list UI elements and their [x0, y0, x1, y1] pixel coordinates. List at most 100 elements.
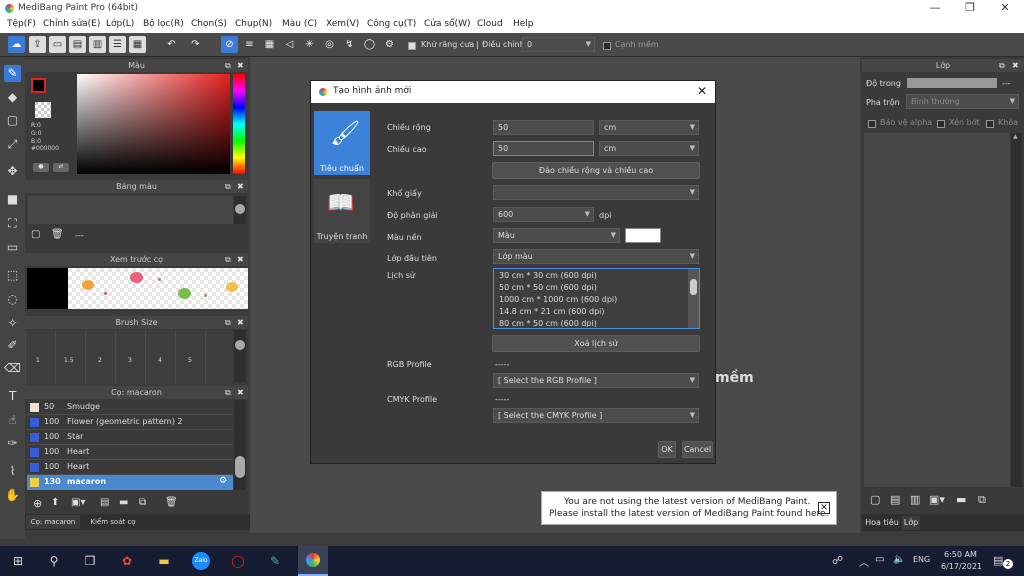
secondary-color-swatch[interactable] — [35, 102, 51, 118]
select-pen-icon[interactable]: ✐ — [4, 337, 21, 354]
dialog-close-button[interactable]: ✕ — [697, 84, 707, 98]
paper-size-select[interactable]: ▼ — [493, 185, 699, 200]
history-item[interactable]: 1000 cm * 1000 cm (600 dpi) — [499, 295, 617, 304]
file-explorer-icon[interactable]: ▬ — [155, 552, 173, 570]
fill-rect-tool-icon[interactable]: ■ — [4, 191, 21, 208]
add-brush-icon[interactable]: ⊕ — [33, 497, 42, 510]
store-icon[interactable]: ✿ — [118, 552, 136, 570]
volume-icon[interactable]: 🔈 — [893, 554, 905, 565]
cancel-button[interactable]: Cancel — [682, 441, 713, 458]
layer-scrollbar[interactable]: ▲ — [1011, 133, 1022, 487]
close-window-button[interactable]: ✕ — [989, 0, 1021, 17]
popout-icon[interactable]: ⧉ — [225, 253, 231, 266]
blend-select[interactable]: Bình thường ▼ — [906, 94, 1019, 109]
trash-icon[interactable]: 🗑 — [165, 497, 178, 508]
brush-menu-icon[interactable]: ▣▾ — [71, 497, 85, 508]
color-swap-icon[interactable]: ⇄ — [53, 163, 69, 172]
undo-icon[interactable]: ↶ — [163, 36, 180, 53]
antialias-checkbox[interactable] — [408, 41, 416, 51]
width-unit-select[interactable]: cm ▼ — [599, 120, 699, 135]
notification-line-2[interactable]: Please install the latest version of Med… — [549, 509, 828, 519]
text-tool-icon[interactable]: T — [4, 388, 21, 405]
radial-snap-icon[interactable]: ✳ — [301, 36, 318, 53]
primary-color-swatch[interactable] — [31, 78, 46, 93]
zalo-icon[interactable]: Zalo — [192, 552, 210, 570]
maximize-button[interactable]: ❐ — [954, 0, 986, 17]
protect-alpha-checkbox[interactable] — [868, 119, 876, 129]
history-item[interactable]: 50 cm * 50 cm (600 dpi) — [499, 283, 597, 292]
layer-menu-icon[interactable]: ▣▾ — [929, 493, 945, 506]
opera-icon[interactable]: ◯ — [229, 552, 247, 570]
brush-size-option[interactable]: 2 — [98, 357, 102, 364]
eraser-tool-icon[interactable]: ◆ — [4, 89, 21, 106]
circle-snap-icon[interactable]: ◎ — [321, 36, 338, 53]
brush-size-option[interactable]: 3 — [128, 357, 132, 364]
grid-icon[interactable]: ▦ — [129, 36, 146, 53]
notification-center-icon[interactable]: ▤ — [993, 554, 1003, 567]
close-icon[interactable]: ✖ — [237, 253, 244, 266]
gear-icon[interactable]: ⚙ — [219, 476, 227, 486]
tab-layer[interactable]: Lớp — [902, 516, 920, 530]
parallel-snap-icon[interactable]: ≡ — [241, 36, 258, 53]
brush-list-scrollbar[interactable] — [234, 400, 246, 490]
background-color-swatch[interactable] — [625, 228, 661, 243]
new-layer-icon[interactable]: ▢ — [870, 493, 880, 506]
snap-settings-icon[interactable]: ⚙ — [381, 36, 398, 53]
operation-tool-icon[interactable]: ☝ — [4, 412, 21, 429]
swap-dimensions-button[interactable]: Đảo chiều rộng và chiều cao — [492, 162, 700, 179]
list-item[interactable]: 100 Heart — [27, 460, 233, 475]
rgb-profile-select[interactable]: [ Select the RGB Profile ] ▼ — [493, 373, 699, 388]
copy-brush-icon[interactable]: ▤ — [100, 497, 109, 508]
color-wheel-toggle-icon[interactable]: ● — [33, 163, 49, 172]
clock-date[interactable]: 6/17/2021 — [941, 562, 982, 571]
chevron-up-icon[interactable]: ︿ — [859, 554, 869, 569]
popout-icon[interactable]: ⧉ — [225, 180, 231, 193]
brush-size-option[interactable]: 4 — [158, 357, 162, 364]
list-item[interactable]: 50 Smudge — [27, 400, 233, 415]
height-input[interactable]: 50 — [493, 141, 594, 156]
height-unit-select[interactable]: cm ▼ — [599, 141, 699, 156]
brush-size-option[interactable]: 5 — [188, 357, 192, 364]
lock-checkbox[interactable] — [986, 119, 994, 129]
menu-select[interactable]: Chọn(S) — [191, 19, 227, 29]
close-icon[interactable]: ✖ — [237, 386, 244, 399]
clear-history-button[interactable]: Xoá lịch sử — [492, 335, 700, 352]
popout-icon[interactable]: ⧉ — [225, 316, 231, 329]
rectangle-tool-icon[interactable]: ▢ — [4, 112, 21, 129]
bucket-tool-icon[interactable]: ⛶ — [4, 215, 21, 232]
background-type-select[interactable]: Màu ▼ — [493, 228, 620, 243]
select-eraser-icon[interactable]: ⌫ — [4, 360, 21, 377]
curve-snap-icon[interactable]: ↯ — [341, 36, 358, 53]
cmyk-profile-select[interactable]: [ Select the CMYK Profile ] ▼ — [493, 408, 699, 423]
network-icon[interactable]: ▭ — [875, 554, 884, 565]
soft-edge-checkbox[interactable] — [603, 41, 611, 51]
palette-scrollbar[interactable] — [234, 196, 246, 224]
windows-start-icon[interactable]: ⊞ — [9, 552, 27, 570]
history-item[interactable]: 30 cm * 30 cm (600 dpi) — [499, 271, 597, 280]
hand-tool-icon[interactable]: ✋ — [4, 487, 21, 504]
close-icon[interactable]: ✖ — [237, 180, 244, 193]
hue-slider[interactable] — [233, 74, 245, 174]
menu-file[interactable]: Tệp(F) — [7, 19, 36, 29]
menu-edit[interactable]: Chỉnh sửa(E) — [43, 19, 100, 29]
eyedropper-tool-icon[interactable]: ⌇ — [4, 463, 21, 480]
brush-size-scrollbar[interactable] — [234, 330, 246, 382]
menu-help[interactable]: Help — [513, 19, 534, 29]
tab-standard[interactable]: 🖌 Tiêu chuẩn — [314, 111, 370, 175]
menu-cloud[interactable]: Cloud — [477, 19, 503, 29]
menu-layer[interactable]: Lớp(L) — [106, 19, 134, 29]
move-tool-icon[interactable]: ✥ — [4, 163, 21, 180]
history-item[interactable]: 14.8 cm * 21 cm (600 dpi) — [499, 307, 605, 316]
comment-icon[interactable]: ▤ — [69, 36, 86, 53]
clock-time[interactable]: 6:50 AM — [944, 550, 977, 559]
cloud-icon[interactable]: ☁ — [8, 36, 25, 53]
new-palette-icon[interactable]: ▢ — [31, 229, 40, 240]
adjust-select[interactable]: 0 ▼ — [522, 37, 595, 52]
no-snap-icon[interactable]: ⊘ — [221, 36, 238, 53]
perspective-snap-icon[interactable]: ◁ — [281, 36, 298, 53]
list-item[interactable]: 100 Star — [27, 430, 233, 445]
minimize-button[interactable]: — — [919, 0, 951, 17]
select-rect-icon[interactable]: ⬚ — [4, 267, 21, 284]
brush-size-option[interactable]: 1 — [36, 357, 40, 364]
history-item[interactable]: 80 cm * 50 cm (600 dpi) — [499, 319, 597, 327]
